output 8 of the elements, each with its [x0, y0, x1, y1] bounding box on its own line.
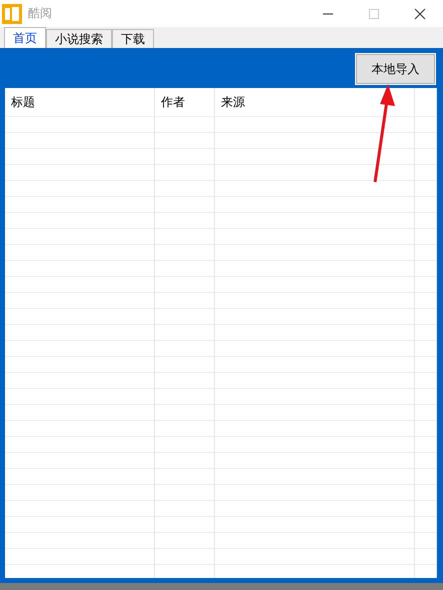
tab[interactable]: 小说搜索: [46, 29, 112, 48]
tab[interactable]: 首页: [4, 27, 46, 48]
import-button[interactable]: 本地导入: [356, 54, 435, 84]
column-header[interactable]: 来源: [221, 94, 245, 110]
window-title: 酷阅: [28, 5, 53, 22]
column-header[interactable]: 作者: [161, 94, 185, 110]
column-header[interactable]: 标题: [11, 94, 35, 110]
tab[interactable]: 下载: [112, 29, 154, 48]
